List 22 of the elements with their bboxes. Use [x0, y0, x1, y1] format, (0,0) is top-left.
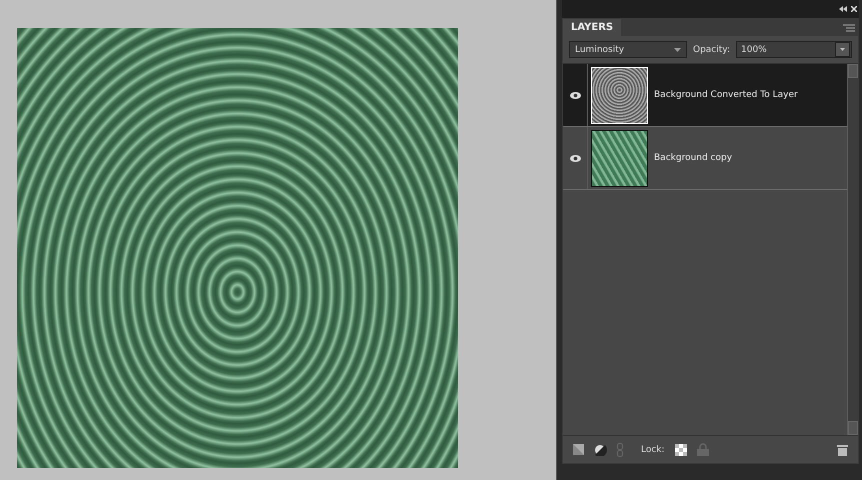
close-icon[interactable]: [851, 6, 857, 12]
eye-icon[interactable]: [570, 154, 580, 162]
layer-row[interactable]: Background Converted To Layer: [563, 64, 847, 127]
opacity-field[interactable]: 100%: [736, 41, 852, 58]
eye-icon[interactable]: [570, 92, 580, 98]
lock-label: Lock:: [641, 444, 665, 454]
layer-name: Background copy: [654, 153, 732, 163]
collapse-icon[interactable]: [839, 6, 847, 12]
layer-thumbnail: [591, 66, 648, 124]
adjustment-layer-icon[interactable]: [594, 444, 607, 456]
caret-icon: [674, 48, 681, 52]
scrollbar[interactable]: [847, 64, 858, 435]
trash-icon[interactable]: [837, 444, 848, 456]
layer-row[interactable]: Background copy: [563, 127, 847, 190]
menu-icon[interactable]: [843, 24, 855, 32]
layer-thumbnail: [591, 130, 648, 186]
opacity-label: Opacity:: [693, 44, 730, 54]
blend-mode-dropdown[interactable]: Luminosity: [569, 41, 687, 58]
checkerboard-icon[interactable]: [674, 444, 687, 456]
layer-name: Background Converted To Layer: [654, 90, 798, 100]
caret-icon: [840, 48, 845, 51]
layers-tab[interactable]: LAYERS: [563, 19, 622, 36]
